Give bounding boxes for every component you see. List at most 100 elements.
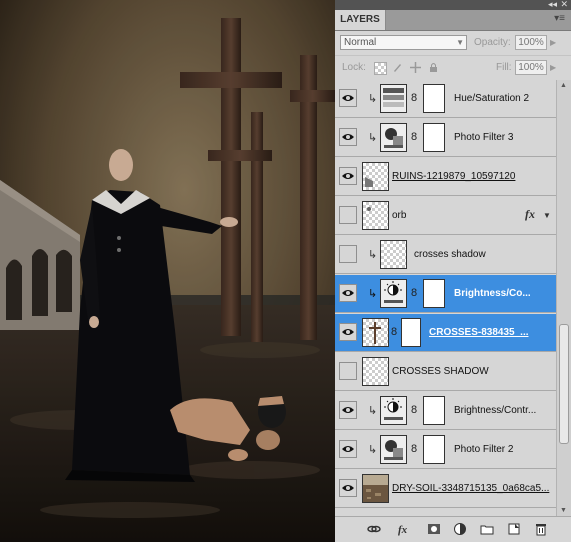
scroll-down-icon[interactable]: ▼ [560,507,567,514]
brightness-contrast-icon [380,396,407,425]
lock-all-icon[interactable] [428,62,439,73]
layer-thumbnail[interactable] [380,240,407,269]
layer-thumbnail[interactable] [362,201,389,230]
fill-label: Fill: [496,62,512,73]
brightness-contrast-icon [380,279,407,308]
layers-panel: ◂◂ ✕ LAYERS ▾≡ Normal ▼ Opacity: 100% ▶ … [335,0,571,542]
layer-row-selected[interactable]: ↳ 8 Brightness/Co... [335,275,556,313]
mask-link-icon[interactable]: 8 [391,326,397,338]
layer-list-scrollbar[interactable]: ▲ ▼ [556,80,571,516]
layer-name: Brightness/Contr... [454,405,537,416]
blend-mode-value: Normal [344,37,377,48]
photo-filter-icon [380,435,407,464]
layer-name: crosses shadow [414,249,486,260]
collapse-panel-icon[interactable]: ◂◂ [548,0,557,10]
tab-layers[interactable]: LAYERS [335,10,386,30]
mask-link-icon[interactable]: 8 [411,404,417,416]
artwork-image [0,0,335,542]
layer-effects-icon[interactable]: fx [525,207,535,222]
add-layer-style-icon[interactable]: fx [397,522,411,536]
layer-thumbnail[interactable] [362,474,389,503]
visibility-toggle-off[interactable] [339,362,357,380]
fill-dropdown-icon[interactable]: ▶ [550,63,556,72]
layer-list: ↳ 8 Hue/Saturation 2 ↳ 8 Photo Filter 3 [335,80,571,516]
layer-mask-thumbnail[interactable] [423,279,445,308]
lock-position-icon[interactable] [410,62,421,73]
scroll-up-icon[interactable]: ▲ [560,82,567,89]
mask-link-icon[interactable]: 8 [411,443,417,455]
layer-row[interactable]: ↳ crosses shadow [335,236,556,274]
layer-row[interactable]: ↳ 8 Hue/Saturation 2 [335,80,556,118]
layer-thumbnail[interactable] [362,357,389,386]
layers-bottom-toolbar: fx [335,516,571,542]
new-adjustment-layer-icon[interactable] [453,522,467,536]
mask-link-icon[interactable]: 8 [411,131,417,143]
clipping-arrow-icon: ↳ [368,132,378,144]
layer-name: DRY-SOIL-3348715135_0a68ca5... [392,483,550,494]
scrollbar-thumb[interactable] [559,324,569,444]
layer-mask-thumbnail[interactable] [401,318,421,347]
photo-filter-icon [380,123,407,152]
visibility-eye-icon[interactable] [339,167,357,185]
layer-row-selected[interactable]: 8 CROSSES-838435_... [335,314,556,352]
layer-mask-thumbnail[interactable] [423,84,445,113]
lock-transparency-icon[interactable] [374,62,387,75]
document-canvas[interactable] [0,0,335,542]
layer-row[interactable]: ↳ 8 Photo Filter 2 [335,431,556,469]
layer-name: orb [392,210,407,221]
lock-brush-icon[interactable] [392,62,403,73]
lock-label: Lock: [342,62,366,73]
clipping-arrow-icon: ↳ [368,405,378,417]
layer-row[interactable]: DRY-SOIL-3348715135_0a68ca5... [335,470,556,508]
visibility-eye-icon[interactable] [339,89,357,107]
layer-name: CROSSES SHADOW [392,366,489,377]
add-mask-icon[interactable] [427,522,441,536]
panel-tab-row: LAYERS ▾≡ [335,10,571,31]
layer-row[interactable]: CROSSES SHADOW [335,353,556,391]
layer-mask-thumbnail[interactable] [423,123,445,152]
layer-thumbnail[interactable] [362,162,389,191]
visibility-eye-icon[interactable] [339,479,357,497]
opacity-dropdown-icon[interactable]: ▶ [550,38,556,47]
visibility-eye-icon[interactable] [339,323,357,341]
layer-name: Photo Filter 3 [454,132,514,143]
layer-mask-thumbnail[interactable] [423,396,445,425]
delete-layer-icon[interactable] [534,522,548,536]
layer-mask-thumbnail[interactable] [423,435,445,464]
expand-effects-icon[interactable]: ▼ [543,211,551,220]
layer-row[interactable]: ↳ 8 Photo Filter 3 [335,119,556,157]
visibility-eye-icon[interactable] [339,284,357,302]
link-layers-icon[interactable] [367,522,381,536]
layer-name: Brightness/Co... [454,288,531,299]
mask-link-icon[interactable]: 8 [411,92,417,104]
visibility-eye-icon[interactable] [339,401,357,419]
mask-link-icon[interactable]: 8 [411,287,417,299]
visibility-toggle-off[interactable] [339,245,357,263]
panel-menu-icon[interactable]: ▾≡ [554,13,565,24]
visibility-eye-icon[interactable] [339,440,357,458]
panel-header-bar: ◂◂ ✕ [335,0,571,10]
lock-options-row: Lock: Fill: 100% ▶ [335,56,571,81]
layer-row[interactable]: RUINS-1219879_10597120 [335,158,556,196]
opacity-field[interactable]: 100% [515,35,547,50]
layer-thumbnail[interactable] [362,318,389,347]
new-group-icon[interactable] [480,522,494,536]
visibility-eye-icon[interactable] [339,128,357,146]
layer-name: Hue/Saturation 2 [454,93,530,104]
opacity-label: Opacity: [474,37,511,48]
clipping-arrow-icon: ↳ [368,93,378,105]
clipping-arrow-icon: ↳ [368,444,378,456]
layer-row[interactable]: ↳ 8 Brightness/Contr... [335,392,556,430]
blend-options-row: Normal ▼ Opacity: 100% ▶ [335,31,571,56]
fill-field[interactable]: 100% [515,60,547,75]
visibility-toggle-off[interactable] [339,206,357,224]
blend-mode-select[interactable]: Normal ▼ [340,35,467,50]
clipping-arrow-icon: ↳ [368,249,378,261]
layer-name: RUINS-1219879_10597120 [392,171,516,182]
close-panel-icon[interactable]: ✕ [560,0,568,10]
layer-row[interactable]: orb fx ▼ [335,197,556,235]
clipping-arrow-icon: ↳ [368,288,378,300]
chevron-down-icon: ▼ [456,38,464,47]
new-layer-icon[interactable] [507,522,521,536]
layer-name: CROSSES-838435_... [429,327,529,338]
